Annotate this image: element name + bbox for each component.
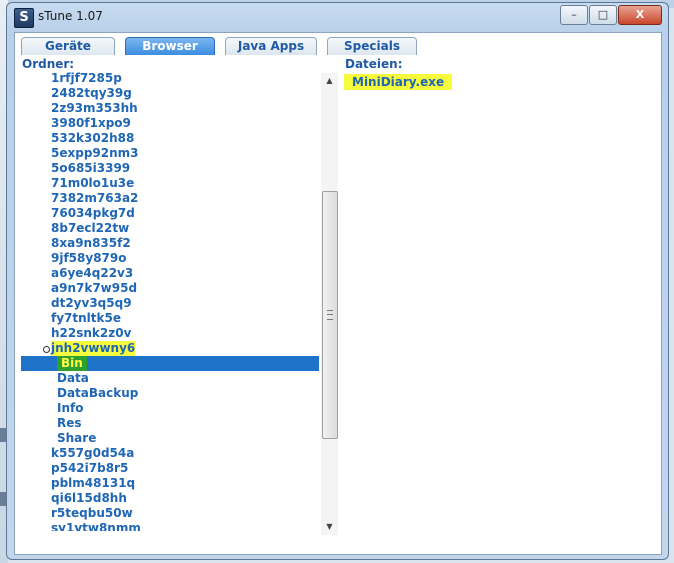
tree-item[interactable]: 5o685i3399 [21,161,319,176]
maximize-button[interactable]: □ [589,5,617,25]
tree-item-label: Share [57,431,97,445]
tree-item-label: 5expp92nm3 [51,146,139,160]
tab-java-apps[interactable]: Java Apps [225,37,317,55]
tree-item[interactable]: 5expp92nm3 [21,146,319,161]
scroll-up-icon[interactable]: ▲ [321,73,338,89]
folder-tree[interactable]: 1rfjf7285p 2482tqy39g 2z93m353hh 3980f1xpo9… [21,71,319,531]
close-button[interactable]: X [618,5,662,25]
tree-item-label: 76034pkg7d [51,206,135,220]
tree-item-label: p542i7b8r5 [51,461,129,475]
tree-item[interactable]: DataBackup [21,386,319,401]
tree-item-label: pblm48131q [51,476,136,490]
tree-item-label: r5teqbu50w [51,506,133,520]
window-title: sTune 1.07 [38,9,103,23]
tree-item-label: Data [57,371,89,385]
expand-bullet-icon[interactable] [43,346,50,353]
tree-item[interactable]: a9n7k7w95d [21,281,319,296]
tree-item[interactable]: Bin [21,356,319,371]
window-controls: – □ X [559,5,662,25]
tree-item[interactable]: a6ye4q22v3 [21,266,319,281]
tree-item[interactable]: dt2yv3q5q9 [21,296,319,311]
app-window: S sTune 1.07 – □ X Geräte Browser Java A… [6,2,669,560]
scroll-down-icon[interactable]: ▼ [321,519,338,535]
tree-item-label: 8b7ecl22tw [51,221,130,235]
tree-item[interactable]: r5teqbu50w [21,506,319,521]
scroll-thumb[interactable] [322,191,338,439]
files-label: Dateien: [345,57,403,71]
tree-item-label: dt2yv3q5q9 [51,296,132,310]
tree-item[interactable]: 3980f1xpo9 [21,116,319,131]
tab-geraete[interactable]: Geräte [21,37,115,55]
tree-item[interactable]: Res [21,416,319,431]
folders-label: Ordner: [22,57,75,71]
tree-item-label: 1rfjf7285p [51,71,122,85]
tree-item-label: 8xa9n835f2 [51,236,131,250]
tree-item[interactable]: qi6l15d8hh [21,491,319,506]
tree-item-label: 2z93m353hh [51,101,138,115]
tree-item-label: qi6l15d8hh [51,491,127,505]
tree-item-label: 71m0lo1u3e [51,176,135,190]
file-item-minidiary[interactable]: MiniDiary.exe [344,74,453,90]
tree-item[interactable]: h22snk2z0v [21,326,319,341]
tree-item-label: h22snk2z0v [51,326,132,340]
folder-scrollbar[interactable]: ▲ ▼ [321,73,338,535]
tree-item[interactable]: fy7tnltk5e [21,311,319,326]
tree-item-label: a9n7k7w95d [51,281,138,295]
tree-item-label: 5o685i3399 [51,161,131,175]
tree-item-label: Res [57,416,82,430]
tab-specials[interactable]: Specials [327,37,417,55]
tree-item-label: 2482tqy39g [51,86,132,100]
tab-bar: Geräte Browser Java Apps Specials [21,37,427,57]
tree-item-label: 9jf58y879o [51,251,127,265]
tree-node-expanded[interactable]: jnh2vwwny6 [21,341,319,356]
tree-item[interactable]: 7382m763a2 [21,191,319,206]
tree-item-label: jnh2vwwny6 [51,341,136,356]
tree-item[interactable]: k557g0d54a [21,446,319,461]
tree-item[interactable]: Share [21,431,319,446]
tree-item-label: a6ye4q22v3 [51,266,134,280]
tree-item-label: fy7tnltk5e [51,311,121,325]
tab-browser[interactable]: Browser [125,37,215,55]
tree-item[interactable]: Data [21,371,319,386]
tree-item[interactable]: 76034pkg7d [21,206,319,221]
grip-icon [327,310,333,320]
tree-item-label: Info [57,401,84,415]
tree-item-label: Bin [57,356,87,371]
tree-item[interactable]: 8b7ecl22tw [21,221,319,236]
tree-item[interactable]: 1rfjf7285p [21,71,319,86]
tree-item[interactable]: 9jf58y879o [21,251,319,266]
tree-item-label: sy1vtw8nmm [51,521,141,531]
tree-item[interactable]: 71m0lo1u3e [21,176,319,191]
tree-item[interactable]: 2z93m353hh [21,101,319,116]
minimize-button[interactable]: – [560,5,588,25]
tree-item-label: k557g0d54a [51,446,135,460]
tree-item-label: 3980f1xpo9 [51,116,131,130]
tree-item[interactable]: Info [21,401,319,416]
title-bar[interactable]: S sTune 1.07 – □ X [7,3,668,31]
app-icon: S [14,8,34,28]
tree-item-label: DataBackup [57,386,139,400]
tree-item[interactable]: 2482tqy39g [21,86,319,101]
tree-item[interactable]: 8xa9n835f2 [21,236,319,251]
tree-item[interactable]: pblm48131q [21,476,319,491]
tree-item[interactable]: 532k302h88 [21,131,319,146]
tree-item-label: 7382m763a2 [51,191,139,205]
client-area: Geräte Browser Java Apps Specials Ordner… [14,32,662,555]
tree-item[interactable]: p542i7b8r5 [21,461,319,476]
tree-item[interactable]: sy1vtw8nmm [21,521,319,531]
tree-item-label: 532k302h88 [51,131,135,145]
